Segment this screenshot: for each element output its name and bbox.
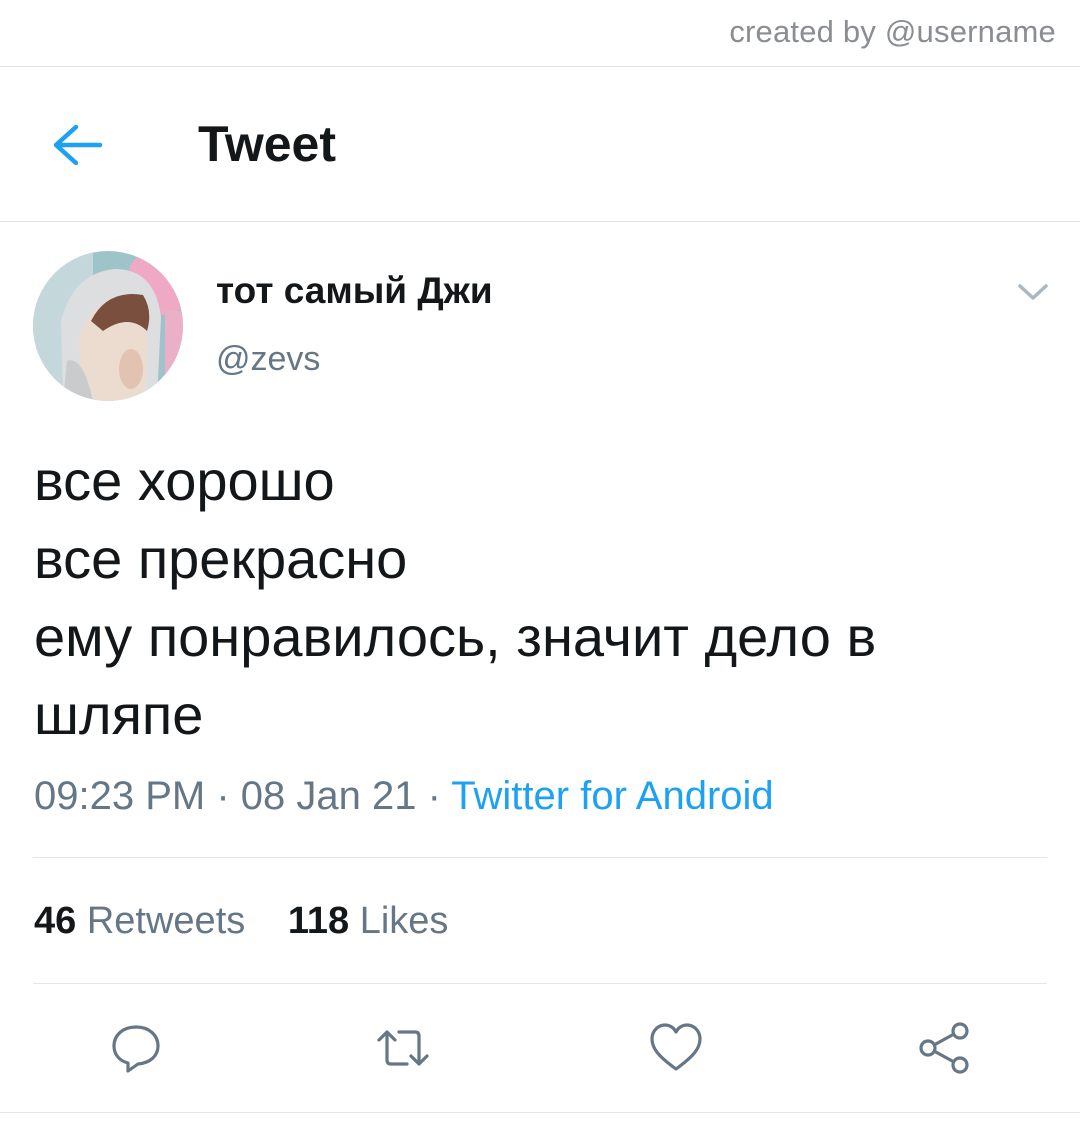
- tweet-meta: 09:23 PM · 08 Jan 21 · Twitter for Andro…: [34, 774, 774, 819]
- tweet-text: все хорошо все прекрасно ему понравилось…: [34, 442, 1044, 754]
- avatar-image: [33, 251, 183, 401]
- tweet-line: все хорошо: [34, 449, 335, 512]
- bottom-divider: [0, 1112, 1080, 1113]
- page-title: Tweet: [198, 116, 336, 172]
- tweet-date: 08 Jan 21: [240, 774, 417, 818]
- share-icon[interactable]: [916, 1020, 972, 1076]
- tweet-source-link[interactable]: Twitter for Android: [451, 774, 773, 818]
- chevron-down-icon[interactable]: [1016, 280, 1050, 304]
- header-divider: [0, 221, 1080, 222]
- retweets-stat[interactable]: 46 Retweets: [34, 900, 245, 943]
- retweet-icon[interactable]: [375, 1020, 431, 1076]
- reply-icon[interactable]: [108, 1020, 164, 1076]
- heart-icon[interactable]: [648, 1020, 704, 1076]
- likes-stat[interactable]: 118 Likes: [288, 900, 449, 943]
- likes-label: Likes: [359, 900, 449, 942]
- user-handle[interactable]: @zevs: [216, 340, 320, 379]
- tweet-line: ему понравилось, значит дело в: [34, 605, 877, 668]
- watermark: created by @username: [729, 14, 1056, 49]
- avatar[interactable]: [33, 251, 183, 401]
- tweet-stats: 46 Retweets 118 Likes: [34, 900, 480, 943]
- meta-separator: ·: [205, 774, 241, 818]
- back-arrow-icon[interactable]: [50, 123, 104, 167]
- retweets-label: Retweets: [86, 900, 246, 942]
- tweet-line: шляпе: [34, 683, 204, 746]
- header-bar: Tweet: [0, 67, 1080, 221]
- tweet-time: 09:23 PM: [34, 774, 206, 818]
- meta-separator: ·: [416, 774, 452, 818]
- stats-divider: [33, 983, 1047, 984]
- display-name[interactable]: тот самый Джи: [216, 270, 493, 312]
- retweets-count: 46: [34, 900, 77, 942]
- meta-divider: [33, 857, 1047, 858]
- tweet-line: все прекрасно: [34, 527, 408, 590]
- likes-count: 118: [287, 900, 350, 942]
